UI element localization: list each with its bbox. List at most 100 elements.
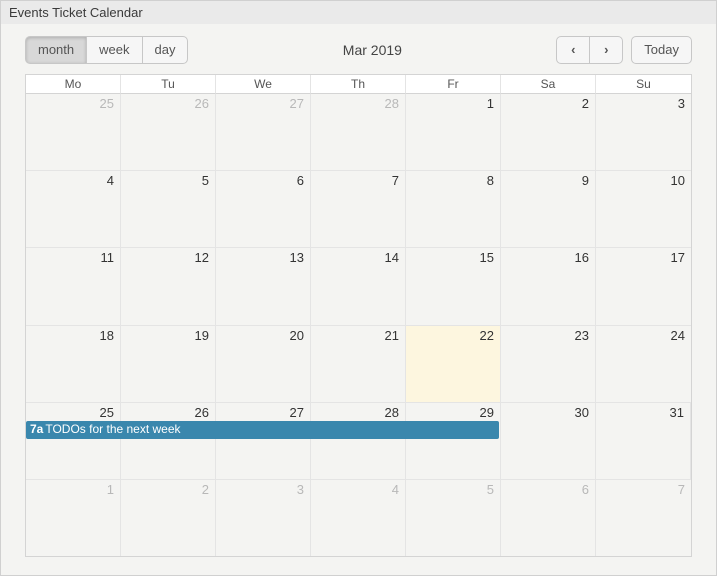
day-number: 5 [487, 482, 494, 497]
day-headers: MoTuWeThFrSaSu [26, 75, 691, 94]
day-cell[interactable]: 11 [26, 248, 121, 324]
day-cell[interactable]: 4 [311, 480, 406, 556]
day-number: 9 [582, 173, 589, 188]
day-number: 7 [392, 173, 399, 188]
day-cell[interactable]: 12 [121, 248, 216, 324]
day-cell[interactable]: 26 [121, 94, 216, 170]
day-cell[interactable]: 31 [596, 403, 691, 479]
day-header: Sa [501, 75, 596, 94]
nav-group: ‹ › [556, 36, 623, 64]
day-cell[interactable]: 24 [596, 326, 691, 402]
calendar-body: month week day Mar 2019 ‹ › Today MoTuWe… [1, 24, 716, 575]
day-number: 27 [290, 96, 304, 111]
day-number: 29 [480, 405, 494, 420]
day-header: Fr [406, 75, 501, 94]
widget-title: Events Ticket Calendar [1, 1, 716, 24]
day-number: 1 [487, 96, 494, 111]
calendar-event[interactable]: 7aTODOs for the next week [26, 421, 499, 439]
day-number: 11 [101, 250, 115, 265]
today-button[interactable]: Today [631, 36, 692, 64]
day-cell[interactable]: 26 [121, 403, 216, 479]
next-button[interactable]: › [589, 36, 623, 64]
day-cell[interactable]: 5 [121, 171, 216, 247]
day-number: 26 [195, 96, 209, 111]
day-cell[interactable]: 19 [121, 326, 216, 402]
day-number: 5 [202, 173, 209, 188]
day-number: 21 [385, 328, 399, 343]
day-cell[interactable]: 15 [406, 248, 501, 324]
week-row: 12 3 4 5 67 [26, 480, 691, 556]
day-number: 18 [100, 328, 114, 343]
day-cell[interactable]: 2 [121, 480, 216, 556]
view-day-button[interactable]: day [142, 36, 189, 64]
day-number: 19 [195, 328, 209, 343]
day-cell[interactable]: 21 [311, 326, 406, 402]
view-month-button[interactable]: month [25, 36, 87, 64]
day-cell[interactable]: 20 [216, 326, 311, 402]
view-switcher: month week day [25, 36, 188, 64]
day-number: 26 [195, 405, 209, 420]
week-row: 18 19 20 21 2223 24 [26, 326, 691, 403]
day-cell[interactable]: 4 [26, 171, 121, 247]
day-cell[interactable]: 18 [26, 326, 121, 402]
day-number: 28 [385, 96, 399, 111]
day-cell[interactable]: 13 [216, 248, 311, 324]
day-number: 16 [575, 250, 589, 265]
day-cell[interactable]: 29 [406, 403, 501, 479]
week-row: 25 26 27 28 29 3031 7aTODOs for the next week [26, 403, 691, 480]
day-number: 24 [671, 328, 685, 343]
day-cell[interactable]: 1 [406, 94, 501, 170]
day-cell[interactable]: 25 [26, 403, 121, 479]
day-number: 2 [582, 96, 589, 111]
day-cell[interactable]: 5 [406, 480, 501, 556]
day-header: Mo [26, 75, 121, 94]
day-cell[interactable]: 28 [311, 403, 406, 479]
day-cell[interactable]: 17 [596, 248, 691, 324]
day-number: 28 [385, 405, 399, 420]
day-number: 6 [582, 482, 589, 497]
day-cell[interactable]: 7 [311, 171, 406, 247]
day-cell[interactable]: 22 [406, 326, 501, 402]
day-cell[interactable]: 3 [216, 480, 311, 556]
day-header: Su [596, 75, 691, 94]
day-cell[interactable]: 9 [501, 171, 596, 247]
event-time: 7a [30, 422, 43, 436]
prev-button[interactable]: ‹ [556, 36, 590, 64]
day-cell[interactable]: 16 [501, 248, 596, 324]
day-cell[interactable]: 14 [311, 248, 406, 324]
right-controls: ‹ › Today [556, 36, 692, 64]
day-number: 3 [297, 482, 304, 497]
chevron-right-icon: › [604, 42, 608, 57]
event-title: TODOs for the next week [45, 422, 180, 436]
day-cell[interactable]: 27 [216, 403, 311, 479]
day-number: 3 [678, 96, 685, 111]
day-number: 14 [385, 250, 399, 265]
day-number: 15 [480, 250, 494, 265]
day-cell[interactable]: 6 [216, 171, 311, 247]
week-row: 25 26 27 28 1 2 3 [26, 94, 691, 171]
day-cell[interactable]: 28 [311, 94, 406, 170]
day-header: Th [311, 75, 406, 94]
day-number: 1 [107, 482, 114, 497]
day-cell[interactable]: 25 [26, 94, 121, 170]
day-cell[interactable]: 2 [501, 94, 596, 170]
day-cell[interactable]: 1 [26, 480, 121, 556]
day-cell[interactable]: 6 [501, 480, 596, 556]
day-number: 6 [297, 173, 304, 188]
view-week-button[interactable]: week [86, 36, 142, 64]
month-grid: MoTuWeThFrSaSu 2526272812345678910111213… [25, 74, 692, 557]
day-cell[interactable]: 8 [406, 171, 501, 247]
day-cell[interactable]: 27 [216, 94, 311, 170]
day-number: 20 [290, 328, 304, 343]
calendar-toolbar: month week day Mar 2019 ‹ › Today [25, 36, 692, 64]
day-number: 17 [671, 250, 685, 265]
day-number: 4 [392, 482, 399, 497]
day-number: 25 [100, 96, 114, 111]
week-row: 11 1213 14 15 16 17 [26, 248, 691, 325]
day-cell[interactable]: 3 [596, 94, 691, 170]
day-cell[interactable]: 23 [501, 326, 596, 402]
day-cell[interactable]: 7 [596, 480, 691, 556]
chevron-left-icon: ‹ [571, 42, 575, 57]
day-cell[interactable]: 30 [501, 403, 596, 479]
day-cell[interactable]: 10 [596, 171, 691, 247]
